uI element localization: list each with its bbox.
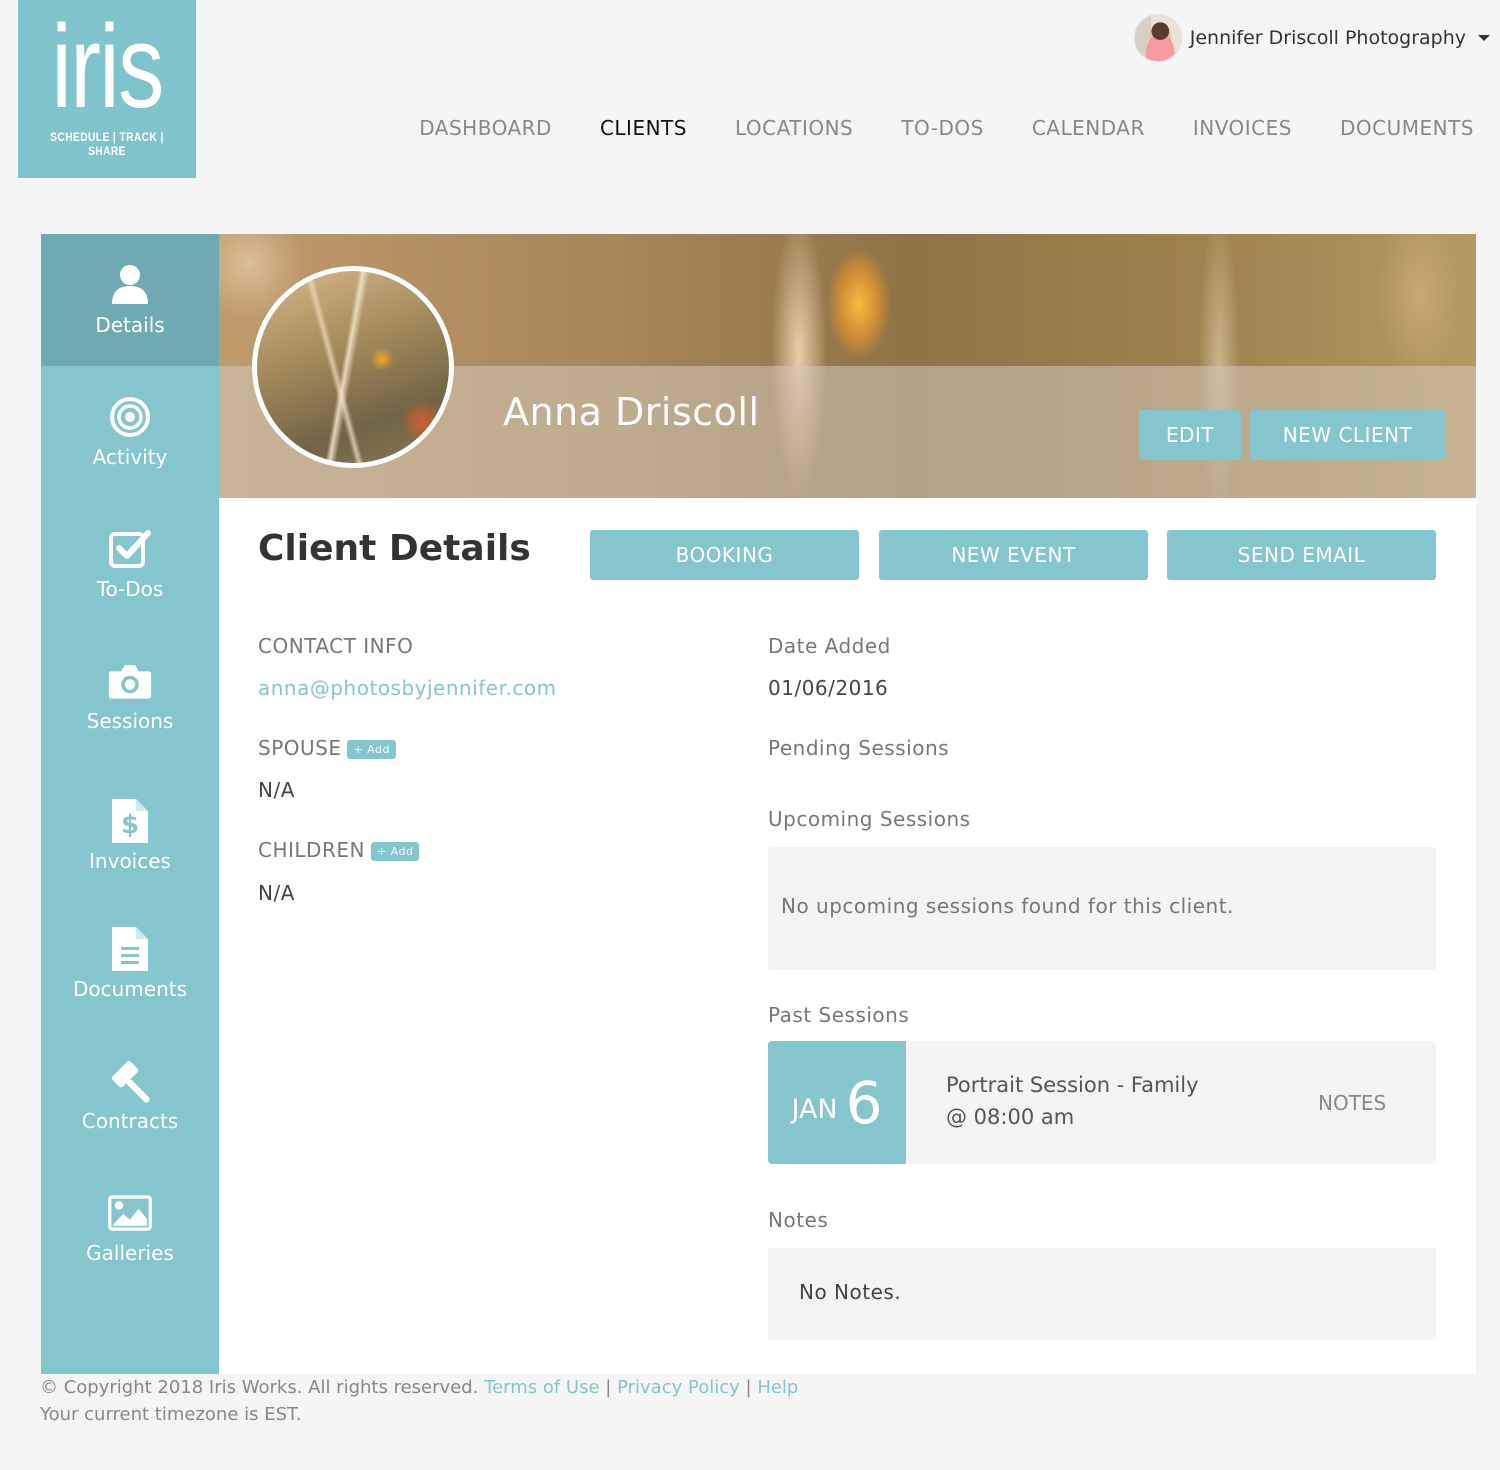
new-client-button[interactable]: NEW CLIENT: [1250, 410, 1445, 460]
past-sessions-label: Past Sessions: [768, 1003, 910, 1027]
footer-separator: |: [605, 1377, 612, 1398]
sidebar-item-activity[interactable]: Activity: [41, 366, 219, 498]
user-menu[interactable]: Jennifer Driscoll Photography: [1133, 14, 1490, 62]
client-banner: Anna Driscoll EDIT NEW CLIENT: [219, 234, 1476, 498]
copyright-text: © Copyright 2018 Iris Works. All rights …: [40, 1377, 479, 1398]
upcoming-empty-message: No upcoming sessions found for this clie…: [781, 894, 1234, 918]
session-month: JAN: [791, 1094, 838, 1125]
help-link[interactable]: Help: [757, 1377, 798, 1398]
upcoming-sessions-box: No upcoming sessions found for this clie…: [768, 847, 1436, 970]
sidebar-item-contracts[interactable]: Contracts: [41, 1030, 219, 1162]
main-nav: DASHBOARD CLIENTS LOCATIONS TO-DOS CALEN…: [419, 116, 1474, 140]
nav-calendar[interactable]: CALENDAR: [1032, 116, 1145, 140]
sidebar-label: Activity: [92, 445, 168, 469]
children-label: CHILDREN: [258, 838, 365, 862]
new-event-button[interactable]: NEW EVENT: [879, 530, 1148, 580]
nav-todos[interactable]: TO-DOS: [901, 116, 984, 140]
upcoming-sessions-label: Upcoming Sessions: [768, 807, 971, 831]
nav-locations[interactable]: LOCATIONS: [735, 116, 853, 140]
pending-sessions-label: Pending Sessions: [768, 736, 950, 760]
session-date-badge: JAN 6: [768, 1041, 906, 1164]
client-sidebar: Details Activity To-Dos Sessions $ Invoi…: [41, 234, 219, 1374]
children-value: N/A: [258, 881, 295, 905]
past-session-item[interactable]: JAN 6 Portrait Session - Family @ 08:00 …: [768, 1041, 1436, 1164]
notes-box: No Notes.: [768, 1248, 1436, 1340]
session-notes-link[interactable]: NOTES: [1318, 1091, 1386, 1115]
terms-of-use-link[interactable]: Terms of Use: [484, 1377, 599, 1398]
user-icon: [108, 263, 152, 307]
client-profile-photo[interactable]: [252, 266, 454, 468]
camera-icon: [108, 659, 152, 703]
target-icon: [108, 395, 152, 439]
sidebar-label: Sessions: [86, 709, 174, 733]
image-icon: [108, 1191, 152, 1235]
sidebar-label: To-Dos: [96, 577, 164, 601]
sidebar-item-galleries[interactable]: Galleries: [41, 1162, 219, 1294]
gavel-icon: [108, 1059, 152, 1103]
edit-button[interactable]: EDIT: [1139, 410, 1241, 460]
svg-text:$: $: [121, 810, 139, 840]
footer-separator: |: [745, 1377, 752, 1398]
user-name: Jennifer Driscoll Photography: [1189, 27, 1466, 49]
footer: © Copyright 2018 Iris Works. All rights …: [40, 1374, 798, 1428]
chevron-down-icon: [1478, 35, 1490, 41]
sidebar-item-documents[interactable]: Documents: [41, 898, 219, 1030]
client-card: Details Activity To-Dos Sessions $ Invoi…: [41, 234, 1476, 1374]
children-section: CHILDREN + Add: [258, 838, 420, 862]
add-spouse-button[interactable]: + Add: [347, 740, 396, 759]
footer-copyright-line: © Copyright 2018 Iris Works. All rights …: [40, 1374, 798, 1401]
sidebar-label: Contracts: [81, 1109, 179, 1133]
sidebar-label: Documents: [72, 977, 188, 1001]
checkbox-icon: [108, 527, 152, 571]
logo-wordmark: iris: [51, 1, 164, 133]
logo-tagline: SCHEDULE | TRACK | SHARE: [50, 130, 164, 158]
add-children-button[interactable]: + Add: [370, 842, 420, 861]
sidebar-label: Details: [95, 313, 165, 337]
sidebar-label: Invoices: [89, 849, 171, 873]
sidebar-label: Galleries: [86, 1241, 174, 1265]
send-email-button[interactable]: SEND EMAIL: [1167, 530, 1436, 580]
client-email-link[interactable]: anna@photosbyjennifer.com: [258, 676, 557, 700]
session-time: @ 08:00 am: [946, 1105, 1075, 1129]
session-title: Portrait Session - Family: [946, 1073, 1199, 1097]
sidebar-item-invoices[interactable]: $ Invoices: [41, 770, 219, 902]
nav-invoices[interactable]: INVOICES: [1193, 116, 1292, 140]
date-added-value: 01/06/2016: [768, 676, 889, 700]
document-icon: [108, 927, 152, 971]
spouse-section: SPOUSE + Add: [258, 736, 396, 760]
notes-value: No Notes.: [799, 1280, 902, 1304]
invoice-dollar-icon: $: [108, 799, 152, 843]
sidebar-item-todos[interactable]: To-Dos: [41, 498, 219, 630]
page-title: Client Details: [258, 528, 531, 569]
sidebar-item-sessions[interactable]: Sessions: [41, 630, 219, 762]
contact-info-label: CONTACT INFO: [258, 634, 414, 658]
session-day: 6: [845, 1068, 883, 1137]
date-added-label: Date Added: [768, 634, 891, 658]
notes-label: Notes: [768, 1208, 829, 1232]
booking-button[interactable]: BOOKING: [590, 530, 859, 580]
privacy-policy-link[interactable]: Privacy Policy: [617, 1377, 740, 1398]
sidebar-item-details[interactable]: Details: [41, 234, 219, 366]
timezone-text: Your current timezone is EST.: [40, 1404, 302, 1425]
nav-clients[interactable]: CLIENTS: [600, 116, 687, 140]
spouse-label: SPOUSE: [258, 736, 342, 760]
nav-documents[interactable]: DOCUMENTS: [1340, 116, 1474, 140]
nav-dashboard[interactable]: DASHBOARD: [419, 116, 552, 140]
iris-logo[interactable]: iris SCHEDULE | TRACK | SHARE: [18, 0, 196, 178]
user-avatar: [1133, 14, 1182, 62]
spouse-value: N/A: [258, 778, 295, 802]
client-name: Anna Driscoll: [503, 390, 760, 434]
client-details-panel: Client Details BOOKING NEW EVENT SEND EM…: [219, 498, 1476, 1374]
